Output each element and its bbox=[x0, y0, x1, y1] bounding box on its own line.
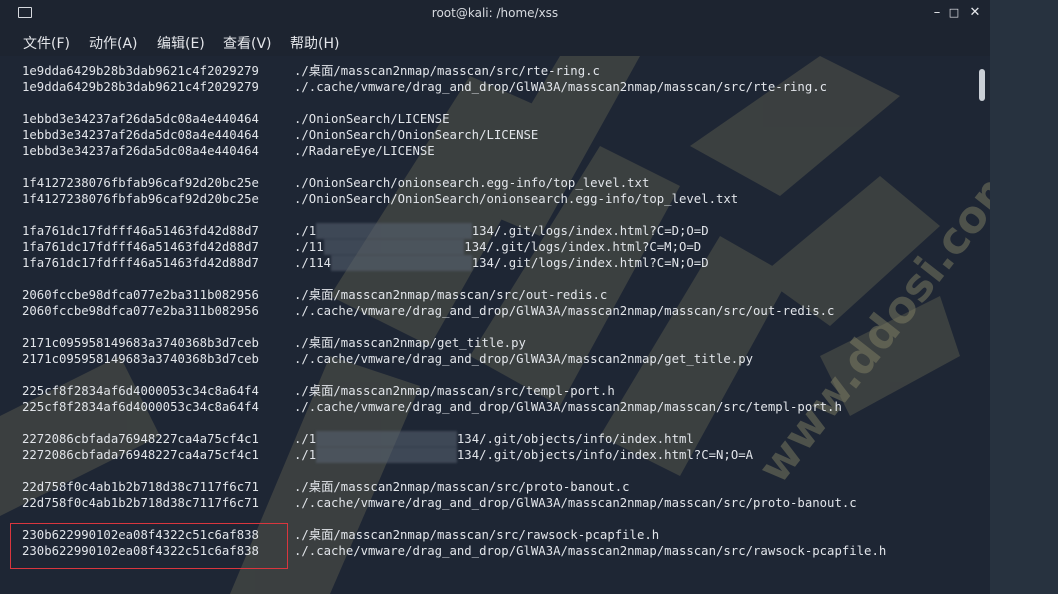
menu-help[interactable]: 帮助(H) bbox=[290, 33, 339, 53]
menu-action[interactable]: 动作(A) bbox=[89, 33, 138, 53]
file-path: ./.cache/vmware/drag_and_drop/GlWA3A/mas… bbox=[294, 496, 857, 510]
redacted-segment bbox=[316, 431, 457, 447]
redacted-segment bbox=[323, 239, 465, 255]
file-path: ./11 bbox=[294, 240, 324, 254]
md5-hash: 22d758f0c4ab1b2b718d38c7117f6c71 bbox=[22, 496, 259, 510]
output-line: 1ebbd3e34237af26da5dc08a4e440464 ./OnionS… bbox=[22, 127, 886, 143]
redacted-segment bbox=[316, 447, 457, 463]
menu-file[interactable]: 文件(F) bbox=[23, 33, 70, 53]
md5-hash: 225cf8f2834af6d4000053c34c8a64f4 bbox=[22, 400, 259, 414]
md5-hash: 1ebbd3e34237af26da5dc08a4e440464 bbox=[22, 144, 259, 158]
redacted-segment: 1 bbox=[331, 255, 472, 271]
md5-hash: 1f4127238076fbfab96caf92d20bc25e bbox=[22, 176, 259, 190]
file-path: ./桌面/masscan2nmap/masscan/src/templ-port… bbox=[294, 384, 615, 398]
output-line: 2272086cbfada76948227ca4a75cf4c1 ./1 134/… bbox=[22, 447, 886, 463]
output-line: 2060fccbe98dfca077e2ba311b082956 ./桌面/mas… bbox=[22, 287, 886, 303]
output-line: 1f4127238076fbfab96caf92d20bc25e ./OnionS… bbox=[22, 191, 886, 207]
hash-highlight-box bbox=[10, 523, 288, 569]
file-path: ./OnionSearch/LICENSE bbox=[294, 112, 450, 126]
output-line: 1ebbd3e34237af26da5dc08a4e440464 ./Radare… bbox=[22, 143, 886, 159]
terminal-output[interactable]: www.ddosi.com 1e9dda6429b28b3dab9621c4f2… bbox=[0, 56, 990, 594]
output-line: 225cf8f2834af6d4000053c34c8a64f4 ./.cache… bbox=[22, 399, 886, 415]
md5-hash: 1ebbd3e34237af26da5dc08a4e440464 bbox=[22, 128, 259, 142]
close-button[interactable]: ✕ bbox=[966, 4, 984, 22]
md5-hash: 1ebbd3e34237af26da5dc08a4e440464 bbox=[22, 112, 259, 126]
file-path: ./1 bbox=[294, 224, 317, 238]
file-path: ./.cache/vmware/drag_and_drop/GlWA3A/mas… bbox=[294, 544, 887, 558]
file-path-tail: 134/.git/logs/index.html?C=D;O=D bbox=[471, 224, 709, 238]
output-lines: 1e9dda6429b28b3dab9621c4f2029279 ./桌面/mas… bbox=[22, 63, 886, 559]
md5-hash: 1e9dda6429b28b3dab9621c4f2029279 bbox=[22, 64, 259, 78]
file-path: ./OnionSearch/OnionSearch/onionsearch.eg… bbox=[294, 192, 739, 206]
output-line: 225cf8f2834af6d4000053c34c8a64f4 ./桌面/mas… bbox=[22, 383, 886, 399]
md5-hash: 1e9dda6429b28b3dab9621c4f2029279 bbox=[22, 80, 259, 94]
output-line: 1fa761dc17fdfff46a51463fd42d88d7 ./114 1 … bbox=[22, 255, 886, 271]
maximize-button[interactable]: □ bbox=[945, 4, 963, 22]
file-path: ./1 bbox=[294, 432, 317, 446]
file-path: ./.cache/vmware/drag_and_drop/GlWA3A/mas… bbox=[294, 80, 828, 94]
md5-hash: 1fa761dc17fdfff46a51463fd42d88d7 bbox=[22, 256, 259, 270]
output-line: 2171c095958149683a3740368b3d7ceb ./.cache… bbox=[22, 351, 886, 367]
md5-hash: 2171c095958149683a3740368b3d7ceb bbox=[22, 352, 259, 366]
title-bar[interactable]: root@kali: /home/xss – □ ✕ bbox=[0, 0, 990, 28]
md5-hash: 2171c095958149683a3740368b3d7ceb bbox=[22, 336, 259, 350]
output-line: 1fa761dc17fdfff46a51463fd42d88d7 ./11 134… bbox=[22, 239, 886, 255]
output-line: 22d758f0c4ab1b2b718d38c7117f6c71 ./.cache… bbox=[22, 495, 886, 511]
file-path: ./桌面/masscan2nmap/get_title.py bbox=[294, 336, 526, 350]
md5-hash: 2272086cbfada76948227ca4a75cf4c1 bbox=[22, 448, 259, 462]
output-line: 2060fccbe98dfca077e2ba311b082956 ./.cache… bbox=[22, 303, 886, 319]
md5-hash: 1fa761dc17fdfff46a51463fd42d88d7 bbox=[22, 224, 259, 238]
md5-hash: 22d758f0c4ab1b2b718d38c7117f6c71 bbox=[22, 480, 259, 494]
file-path: ./OnionSearch/onionsearch.egg-info/top_l… bbox=[294, 176, 650, 190]
md5-hash: 1fa761dc17fdfff46a51463fd42d88d7 bbox=[22, 240, 259, 254]
md5-hash: 1f4127238076fbfab96caf92d20bc25e bbox=[22, 192, 259, 206]
file-path-tail: 134/.git/logs/index.html?C=N;O=D bbox=[471, 256, 709, 270]
output-line: 1e9dda6429b28b3dab9621c4f2029279 ./.cache… bbox=[22, 79, 886, 95]
file-path-tail: 134/.git/logs/index.html?C=M;O=D bbox=[464, 240, 702, 254]
md5-hash: 225cf8f2834af6d4000053c34c8a64f4 bbox=[22, 384, 259, 398]
output-line: 2272086cbfada76948227ca4a75cf4c1 ./1 134/… bbox=[22, 431, 886, 447]
menu-bar: 文件(F) 动作(A) 编辑(E) 查看(V) 帮助(H) bbox=[0, 28, 990, 56]
md5-hash: 2060fccbe98dfca077e2ba311b082956 bbox=[22, 304, 259, 318]
output-line: 1f4127238076fbfab96caf92d20bc25e ./OnionS… bbox=[22, 175, 886, 191]
file-path: ./.cache/vmware/drag_and_drop/GlWA3A/mas… bbox=[294, 352, 754, 366]
output-line: 1ebbd3e34237af26da5dc08a4e440464 ./OnionS… bbox=[22, 111, 886, 127]
redacted-segment: 7 bbox=[316, 223, 472, 239]
scrollbar[interactable] bbox=[978, 64, 986, 589]
file-path: ./桌面/masscan2nmap/masscan/src/rte-ring.c bbox=[294, 64, 600, 78]
file-path: ./OnionSearch/OnionSearch/LICENSE bbox=[294, 128, 539, 142]
terminal-window: root@kali: /home/xss – □ ✕ 文件(F) 动作(A) 编… bbox=[0, 0, 990, 594]
file-path-tail: 134/.git/objects/info/index.html?C=N;O=A bbox=[456, 448, 754, 462]
md5-hash: 2060fccbe98dfca077e2ba311b082956 bbox=[22, 288, 259, 302]
file-path: ./114 bbox=[294, 256, 332, 270]
desktop-background bbox=[990, 0, 1058, 594]
file-path: ./桌面/masscan2nmap/masscan/src/proto-bano… bbox=[294, 480, 630, 494]
file-path-tail: 134/.git/objects/info/index.html bbox=[456, 432, 694, 446]
file-path: ./RadareEye/LICENSE bbox=[294, 144, 435, 158]
file-path: ./.cache/vmware/drag_and_drop/GlWA3A/mas… bbox=[294, 304, 835, 318]
output-line: 1fa761dc17fdfff46a51463fd42d88d7 ./1 7 13… bbox=[22, 223, 886, 239]
minimize-button[interactable]: – bbox=[928, 4, 946, 22]
output-line: 1e9dda6429b28b3dab9621c4f2029279 ./桌面/mas… bbox=[22, 63, 886, 79]
window-title: root@kali: /home/xss bbox=[431, 6, 559, 20]
file-path: ./桌面/masscan2nmap/masscan/src/out-redis.… bbox=[294, 288, 608, 302]
md5-hash: 2272086cbfada76948227ca4a75cf4c1 bbox=[22, 432, 259, 446]
menu-edit[interactable]: 编辑(E) bbox=[157, 33, 205, 53]
scrollbar-thumb[interactable] bbox=[979, 69, 985, 101]
output-line: 2171c095958149683a3740368b3d7ceb ./桌面/mas… bbox=[22, 335, 886, 351]
file-path: ./.cache/vmware/drag_and_drop/GlWA3A/mas… bbox=[294, 400, 842, 414]
file-path: ./桌面/masscan2nmap/masscan/src/rawsock-pc… bbox=[294, 528, 660, 542]
file-path: ./1 bbox=[294, 448, 317, 462]
menu-view[interactable]: 查看(V) bbox=[223, 33, 272, 53]
output-line: 22d758f0c4ab1b2b718d38c7117f6c71 ./桌面/mas… bbox=[22, 479, 886, 495]
